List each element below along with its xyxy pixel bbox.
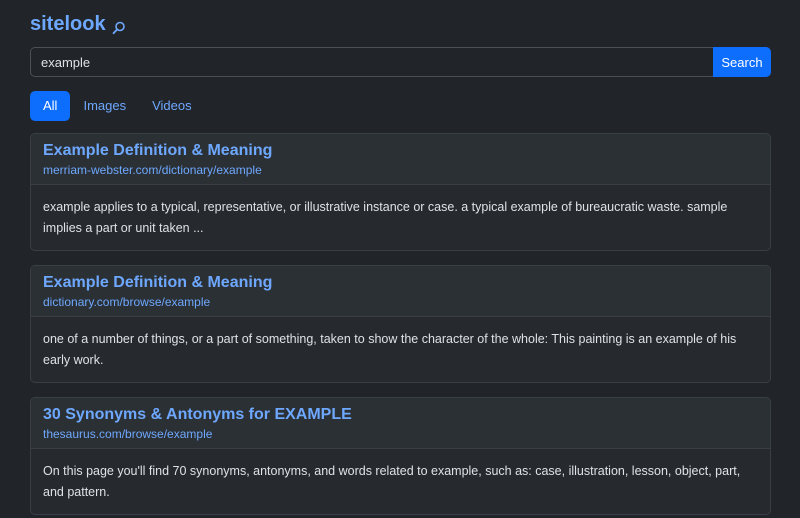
search-button[interactable]: Search [713,47,771,77]
result-card: Example Definition & Meaning dictionary.… [30,265,771,383]
results-list: Example Definition & Meaning merriam-web… [30,133,771,515]
tab-images[interactable]: Images [70,91,139,121]
tab-all[interactable]: All [30,91,71,121]
result-card: 30 Synonyms & Antonyms for EXAMPLE thesa… [30,397,771,515]
result-url-link[interactable]: dictionary.com/browse/example [43,294,758,310]
result-header: Example Definition & Meaning merriam-web… [31,134,770,185]
result-header: 30 Synonyms & Antonyms for EXAMPLE thesa… [31,398,770,449]
search-input[interactable] [30,47,713,77]
page: sitelook Search All Images Videos Exampl… [0,12,800,518]
result-url-link[interactable]: thesaurus.com/browse/example [43,426,758,442]
search-bar: Search [30,47,771,77]
result-card: Example Definition & Meaning merriam-web… [30,133,771,251]
result-title-link[interactable]: Example Definition & Meaning [43,140,758,162]
result-type-tabs: All Images Videos [30,91,771,121]
result-url-link[interactable]: merriam-webster.com/dictionary/example [43,162,758,178]
site-logo[interactable]: sitelook [30,12,771,36]
result-snippet: example applies to a typical, representa… [43,200,728,235]
result-snippet: one of a number of things, or a part of … [43,332,737,367]
search-icon [112,18,126,35]
result-title-link[interactable]: 30 Synonyms & Antonyms for EXAMPLE [43,404,758,426]
result-header: Example Definition & Meaning dictionary.… [31,266,770,317]
result-title-link[interactable]: Example Definition & Meaning [43,272,758,294]
logo-text: sitelook [30,12,106,35]
tab-videos[interactable]: Videos [139,91,205,121]
result-snippet: On this page you'll find 70 synonyms, an… [43,464,741,499]
